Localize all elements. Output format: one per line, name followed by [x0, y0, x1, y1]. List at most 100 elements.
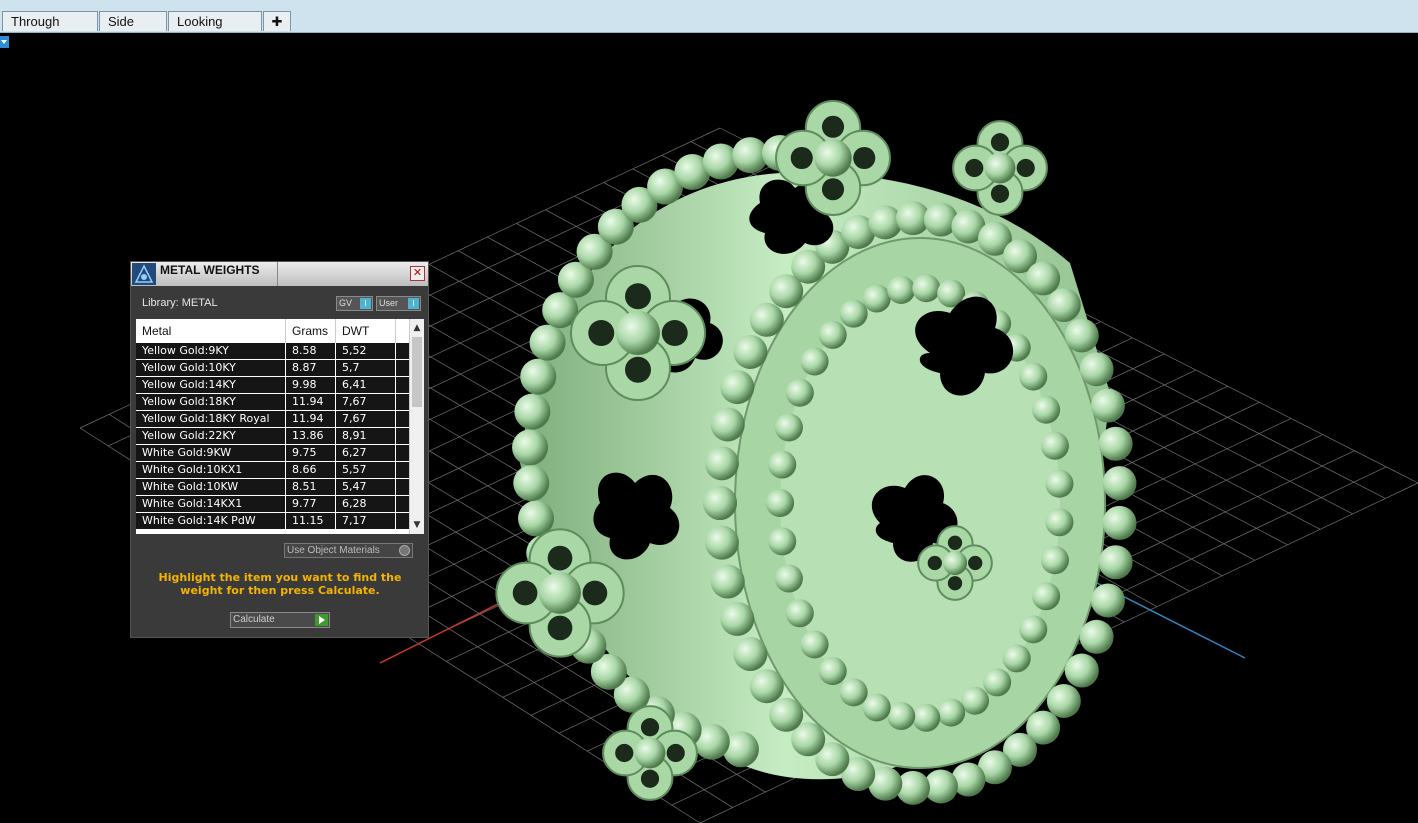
bead — [766, 489, 794, 517]
bead — [1064, 318, 1099, 353]
column-header-grams[interactable]: Grams — [286, 319, 336, 343]
metal-cell: Yellow Gold:10KY — [136, 360, 286, 377]
bead — [983, 668, 1012, 697]
bead — [887, 275, 916, 304]
calculate-label: Calculate — [233, 614, 275, 625]
dwt-cell: 6,41 — [336, 377, 396, 394]
table-row[interactable]: Yellow Gold:22KY 13.86 8,91 — [136, 428, 409, 445]
bead — [720, 601, 755, 636]
bead — [1046, 683, 1081, 718]
bead — [800, 347, 829, 376]
panel-title-bar[interactable]: METAL WEIGHTS ✕ — [131, 262, 428, 286]
metal-cell: Yellow Gold:22KY — [136, 428, 286, 445]
scroll-up-icon[interactable]: ▲ — [410, 321, 424, 335]
bead — [1079, 352, 1114, 387]
bead — [513, 465, 550, 502]
bead — [862, 284, 891, 313]
grams-cell: 13.86 — [286, 428, 336, 445]
bead — [887, 702, 916, 731]
table-row[interactable]: Yellow Gold:14KY 9.98 6,41 — [136, 377, 409, 394]
table-header: Metal Grams DWT — [136, 319, 409, 343]
bead — [703, 486, 737, 520]
tab-looking-down[interactable]: Looking Down — [168, 11, 262, 49]
bead — [1045, 469, 1074, 498]
bead — [1040, 546, 1069, 575]
use-object-materials-toggle[interactable]: Use Object Materials — [284, 543, 413, 558]
bead — [1098, 426, 1133, 461]
dwt-cell: 7,67 — [336, 394, 396, 411]
add-tab-button[interactable]: ✚ — [263, 11, 291, 31]
grams-cell: 11.15 — [286, 513, 336, 530]
gv-label: GV — [339, 298, 353, 308]
column-header-metal[interactable]: Metal — [136, 319, 286, 343]
grams-cell: 8.58 — [286, 343, 336, 360]
viewport-menu-button[interactable] — [0, 36, 9, 48]
table-row[interactable]: Yellow Gold:18KY Royal 11.94 7,67 — [136, 411, 409, 428]
dwt-cell: 7,17 — [336, 513, 396, 530]
grams-cell: 9.98 — [286, 377, 336, 394]
bead — [912, 703, 941, 732]
bead — [774, 413, 803, 442]
scroll-thumb[interactable] — [412, 337, 422, 407]
bead — [1090, 583, 1125, 618]
table-row[interactable]: White Gold:10KW 8.51 5,47 — [136, 479, 409, 496]
dwt-cell: 6,28 — [336, 496, 396, 513]
grams-cell: 8.51 — [286, 479, 336, 496]
table-row[interactable]: White Gold:14KX1 9.77 6,28 — [136, 496, 409, 513]
column-header-dwt[interactable]: DWT — [336, 319, 396, 343]
table-row[interactable]: Yellow Gold:9KY 8.58 5,52 — [136, 343, 409, 360]
dwt-cell: 5,57 — [336, 462, 396, 479]
metal-cell: Yellow Gold:14KY — [136, 377, 286, 394]
dwt-cell: 5,47 — [336, 479, 396, 496]
bead — [1019, 362, 1048, 391]
table-row[interactable]: Yellow Gold:10KY 8.87 5,7 — [136, 360, 409, 377]
bead — [1032, 395, 1061, 424]
instruction-text: Highlight the item you want to find the … — [158, 571, 402, 597]
tab-side-view[interactable]: Side View — [99, 11, 167, 49]
user-library-button[interactable]: User I — [376, 296, 421, 311]
bead — [1026, 261, 1061, 296]
bead — [720, 370, 755, 405]
dwt-cell: 7,67 — [336, 411, 396, 428]
metal-cell: White Gold:14KX1 — [136, 496, 286, 513]
bead — [1098, 545, 1133, 580]
bead — [800, 630, 829, 659]
bead — [768, 450, 797, 479]
bead — [710, 564, 745, 599]
grams-cell: 9.75 — [286, 445, 336, 462]
table-row[interactable]: White Gold:9KW 9.75 6,27 — [136, 445, 409, 462]
metal-table[interactable]: Metal Grams DWT Yellow Gold:9KY 8.58 5,52 Y… — [136, 319, 424, 534]
bead — [818, 657, 847, 686]
table-row[interactable]: White Gold:14K PdW 11.15 7,17 — [136, 513, 409, 530]
bead — [710, 407, 745, 442]
bead — [1032, 582, 1061, 611]
bead — [912, 274, 941, 303]
gv-library-button[interactable]: GV I — [336, 296, 373, 311]
metal-cell: Yellow Gold:9KY — [136, 343, 286, 360]
bead — [1102, 505, 1137, 540]
bead — [512, 429, 549, 466]
bead — [1002, 644, 1031, 673]
dwt-cell: 6,27 — [336, 445, 396, 462]
bead — [733, 334, 768, 369]
toggle-knob-icon — [399, 545, 410, 556]
bead — [839, 299, 868, 328]
bead — [749, 669, 784, 704]
ring-model[interactable] — [495, 100, 1137, 805]
table-scrollbar[interactable]: ▲ ▼ — [409, 319, 424, 534]
close-icon[interactable]: ✕ — [410, 266, 425, 281]
table-row[interactable]: Yellow Gold:18KY 11.94 7,67 — [136, 394, 409, 411]
app-logo-icon — [132, 263, 156, 285]
tab-through-finger[interactable]: Through Finger — [2, 11, 98, 49]
dwt-cell: 5,52 — [336, 343, 396, 360]
bead — [529, 324, 566, 361]
table-row[interactable]: White Gold:10KX1 8.66 5,57 — [136, 462, 409, 479]
view-tab-bar: Through Finger Side View Looking Down ✚ — [0, 0, 1418, 49]
bead — [785, 378, 814, 407]
bead — [961, 686, 990, 715]
calculate-button[interactable]: Calculate — [230, 612, 330, 628]
scroll-down-icon[interactable]: ▼ — [410, 518, 424, 532]
bead — [818, 320, 847, 349]
bead — [1040, 431, 1069, 460]
grams-cell: 9.77 — [286, 496, 336, 513]
